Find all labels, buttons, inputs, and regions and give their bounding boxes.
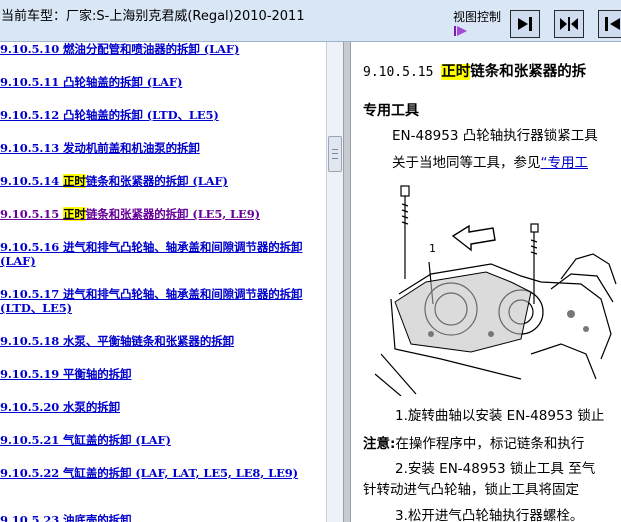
toc-link[interactable]: 9.10.5.17 进气和排气凸轮轴、轴承盖和间隙调节器的拆卸 (LTD、LE5… bbox=[0, 287, 322, 315]
note-text: 在操作程序中，标记链条和执行 bbox=[395, 436, 585, 452]
toc-link[interactable]: 9.10.5.20 水泵的拆卸 bbox=[0, 400, 322, 414]
tool-item: EN-48953 凸轮轴执行器锁紧工具 bbox=[392, 128, 598, 144]
toc-link[interactable]: 9.10.5.11 凸轮轴盖的拆卸 (LAF) bbox=[0, 75, 322, 89]
doc-title: 9.10.5.15 正时链条和张紧器的拆 bbox=[363, 60, 586, 81]
doc-title-number: 9.10.5.15 bbox=[363, 65, 442, 80]
scroll-thumb[interactable] bbox=[328, 136, 342, 172]
search-highlight: 正时 bbox=[441, 64, 471, 80]
step-2: 2.安装 EN-48953 锁止工具 至气 bbox=[395, 461, 596, 477]
toc-link[interactable]: 9.10.5.23 油底壳的拆卸 bbox=[0, 513, 322, 522]
toc-pane: 9.10.5.10 燃油分配管和喷油器的拆卸 (LAF) 9.10.5.11 凸… bbox=[0, 42, 326, 522]
pane-splitter[interactable] bbox=[343, 42, 351, 522]
split-arrows-icon bbox=[560, 17, 578, 31]
section-heading: 专用工具 bbox=[363, 103, 419, 119]
arrow-left-bar-icon bbox=[605, 17, 620, 31]
toc-scrollbar[interactable] bbox=[326, 42, 343, 522]
step-1: 1.旋转曲轴以安装 EN-48953 锁止 bbox=[395, 408, 605, 424]
step-3: 3.松开进气凸轮轴执行器螺栓。 bbox=[395, 508, 584, 522]
toc-link[interactable]: 9.10.5.18 水泵、平衡轴链条和张紧器的拆卸 bbox=[0, 334, 322, 348]
figure-callout: 1 bbox=[429, 242, 436, 255]
direction-arrow-icon bbox=[451, 224, 496, 252]
grip-icon bbox=[332, 149, 338, 159]
split-view-button[interactable] bbox=[554, 10, 584, 38]
car-model-label: 当前车型：厂家:S-上海别克君威(Regal)2010-2011 bbox=[1, 9, 305, 24]
note: 注意:在操作程序中，标记链条和执行 bbox=[363, 432, 584, 452]
toc-link[interactable]: 9.10.5.10 燃油分配管和喷油器的拆卸 (LAF) bbox=[0, 42, 322, 56]
toc-title: 链条和张紧器的拆卸 (LE5, LE9) bbox=[85, 207, 260, 221]
equivalent-tools-line: 关于当地同等工具，参见“专用工 bbox=[392, 151, 588, 171]
step-2-continued: 针转动进气凸轮轴，锁止工具将固定 bbox=[363, 482, 579, 498]
toc-link[interactable]: 9.10.5.21 气缸盖的拆卸 (LAF) bbox=[0, 433, 322, 447]
purple-arrow-icon[interactable] bbox=[453, 25, 469, 37]
show-right-pane-button[interactable] bbox=[510, 10, 540, 38]
note-label: 注意: bbox=[363, 436, 396, 452]
top-toolbar: 当前车型：厂家:S-上海别克君威(Regal)2010-2011 视图控制 bbox=[0, 0, 621, 42]
toc-link[interactable]: 9.10.5.13 发动机前盖和机油泵的拆卸 bbox=[0, 141, 322, 155]
toc-link[interactable]: 9.10.5.12 凸轮轴盖的拆卸 (LTD、LE5) bbox=[0, 108, 322, 122]
toc-link[interactable]: 9.10.5.19 平衡轴的拆卸 bbox=[0, 367, 322, 381]
arrow-right-bar-icon bbox=[518, 17, 532, 31]
toc-link[interactable]: 9.10.5.16 进气和排气凸轮轴、轴承盖和间隙调节器的拆卸 (LAF) bbox=[0, 240, 322, 268]
toc-num: 9.10.5.14 bbox=[0, 174, 64, 188]
search-highlight: 正时 bbox=[63, 207, 86, 221]
toc-title: 链条和张紧器的拆卸 (LAF) bbox=[85, 174, 228, 188]
doc-title-text: 链条和张紧器的拆 bbox=[470, 64, 587, 80]
toc-link[interactable]: 9.10.5.22 气缸盖的拆卸 (LAF, LAT, LE5, LE8, LE… bbox=[0, 466, 322, 480]
timing-chain-figure: 1 bbox=[374, 185, 617, 396]
special-tools-link[interactable]: “专用工 bbox=[541, 155, 589, 171]
equiv-text: 关于当地同等工具，参见 bbox=[392, 155, 541, 171]
search-highlight: 正时 bbox=[63, 174, 86, 188]
toc-link[interactable]: 9.10.5.14 正时链条和张紧器的拆卸 (LAF) bbox=[0, 174, 322, 188]
show-left-pane-button[interactable] bbox=[598, 10, 621, 38]
toc-link-current[interactable]: 9.10.5.15 正时链条和张紧器的拆卸 (LE5, LE9) bbox=[0, 207, 322, 221]
toc-num: 9.10.5.15 bbox=[0, 207, 64, 221]
document-pane: 9.10.5.15 正时链条和张紧器的拆 专用工具 EN-48953 凸轮轴执行… bbox=[351, 42, 621, 522]
view-control-label: 视图控制 bbox=[453, 10, 502, 24]
